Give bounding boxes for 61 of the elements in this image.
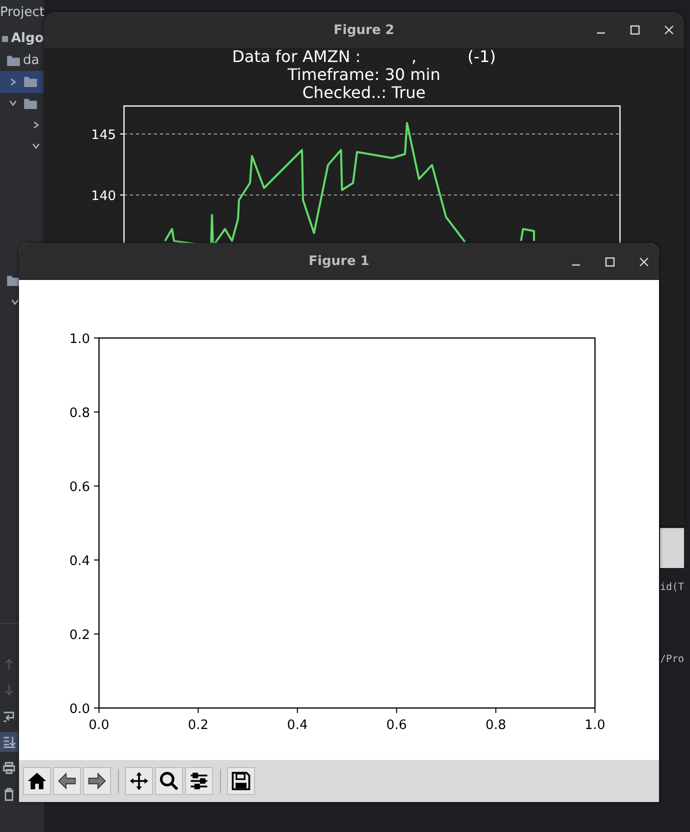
axis-tick-label: 0.2 — [188, 718, 209, 733]
scroll-to-end-icon[interactable] — [2, 735, 16, 749]
printer-icon[interactable] — [2, 761, 16, 775]
project-tab[interactable]: Project — [0, 0, 44, 26]
chevron-icon[interactable] — [31, 141, 41, 152]
axis-tick-label: 0.2 — [69, 628, 90, 643]
close-icon[interactable] — [639, 256, 649, 266]
tree-item-label[interactable]: Algo — [11, 31, 44, 46]
code-text: id(T — [660, 582, 684, 593]
axis-tick-label: 140 — [91, 189, 116, 204]
configure-button[interactable] — [185, 767, 213, 795]
axis-tick-label: 0.8 — [69, 406, 90, 421]
maximize-icon[interactable] — [605, 256, 615, 266]
tick-mark — [198, 708, 199, 714]
tick-mark — [495, 708, 496, 714]
back-button[interactable] — [53, 767, 81, 795]
window-title: Figure 1 — [308, 254, 370, 269]
maximize-icon[interactable] — [630, 25, 640, 35]
tick-mark — [296, 708, 298, 714]
left-arrow-icon — [56, 770, 78, 792]
folder-icon — [7, 275, 20, 286]
axis-tick-label: 0.6 — [69, 480, 90, 495]
home-button[interactable] — [23, 767, 51, 795]
axis-tick-label: 0.4 — [287, 718, 308, 733]
folder-icon — [24, 76, 37, 88]
forward-button[interactable] — [83, 767, 111, 795]
wrap-icon[interactable] — [2, 709, 16, 723]
zoom-button[interactable] — [155, 767, 183, 795]
axis-tick-label: 0.8 — [485, 718, 506, 733]
tree-item-label[interactable]: da — [23, 52, 40, 68]
window-title: Figure 2 — [334, 22, 394, 38]
chart-title: Data for AMZN : , (-1) — [232, 48, 496, 66]
tick-mark — [396, 708, 398, 714]
chart-title: Checked..: True — [302, 83, 426, 102]
axis-tick-label: 0.0 — [88, 718, 110, 733]
search-icon — [158, 770, 180, 792]
pan-button[interactable] — [125, 767, 153, 795]
axis-tick-label: 0.6 — [386, 718, 407, 733]
side-panel — [660, 528, 684, 568]
close-icon[interactable] — [664, 25, 674, 35]
axis-tick-label: 0.4 — [69, 554, 90, 569]
axis-tick-label: 1.0 — [69, 332, 90, 347]
tree-item-selected[interactable] — [0, 71, 44, 92]
folder-icon — [7, 54, 20, 66]
trash-icon[interactable] — [2, 787, 16, 801]
right-arrow-icon — [86, 770, 108, 792]
module-icon — [2, 36, 8, 42]
home-icon — [26, 770, 48, 792]
save-button[interactable] — [227, 767, 255, 795]
code-text: /Pro — [660, 654, 684, 665]
move-icon — [128, 770, 150, 792]
axis-tick-label: 0.0 — [69, 702, 90, 717]
chevron-icon[interactable] — [10, 297, 20, 308]
chart-title: Timeframe: 30 min — [288, 65, 440, 84]
sliders-icon — [188, 770, 210, 792]
chevron-icon[interactable] — [8, 98, 18, 108]
axis-tick-label: 1.0 — [584, 718, 606, 733]
axis-tick-label: 145 — [91, 128, 116, 143]
folder-icon — [24, 98, 37, 109]
chevron-icon[interactable] — [31, 120, 41, 130]
tick-mark — [594, 708, 596, 714]
